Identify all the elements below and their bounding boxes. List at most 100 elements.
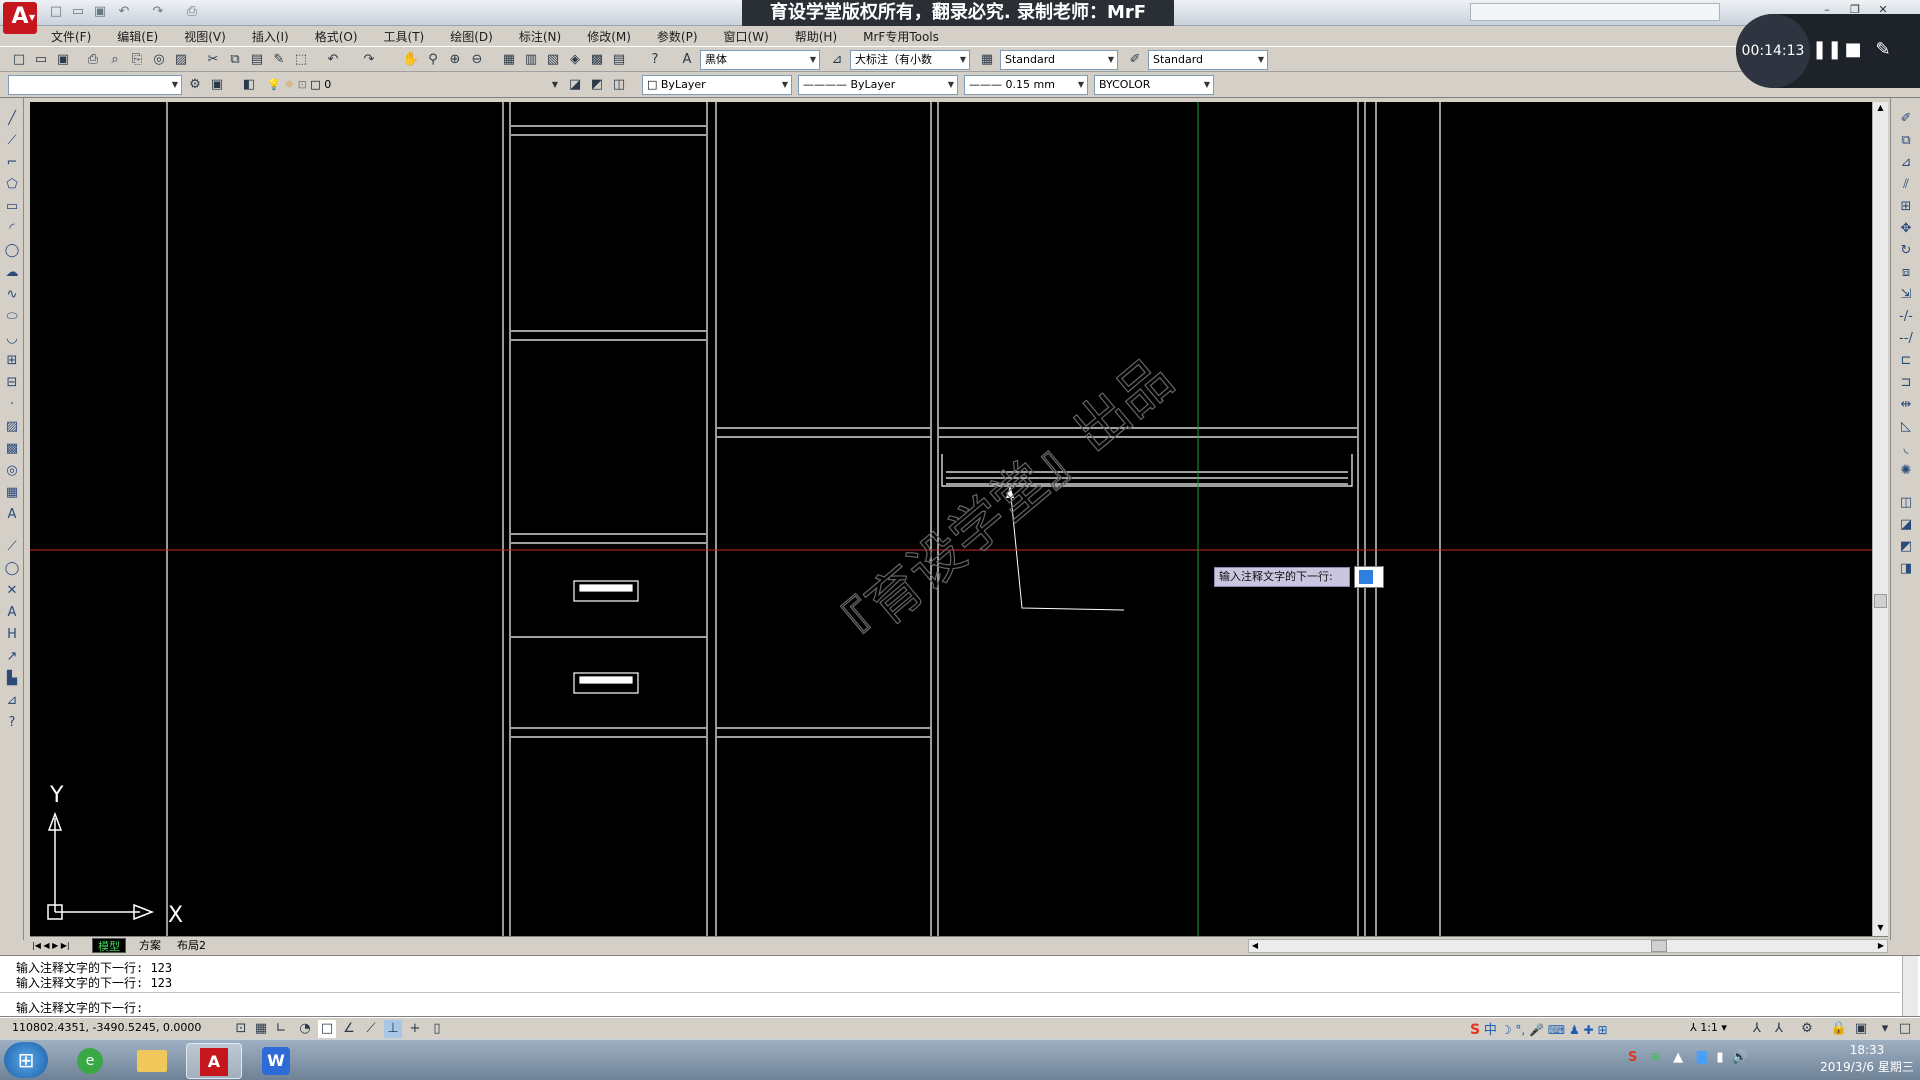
mirror-icon[interactable]: ⊿ (1897, 154, 1915, 172)
3d-dwf-icon[interactable]: ◎ (150, 51, 168, 69)
layer-combo[interactable]: 💡 ☼ ⊡ □ 0 ▼ (262, 75, 562, 95)
erase-icon[interactable]: ✐ (1897, 110, 1915, 128)
workspace-settings-icon[interactable]: ⚙ (186, 76, 204, 94)
application-menu-button[interactable]: A ▼ (3, 2, 37, 34)
save-toolbar-icon[interactable]: ▣ (54, 51, 72, 69)
hatch-icon[interactable]: ▨ (3, 418, 21, 436)
multileader-style-icon[interactable]: ✐ (1126, 51, 1144, 69)
publish-icon[interactable]: ⎘ (128, 51, 146, 69)
text-style-icon[interactable]: A (678, 51, 696, 69)
zoom-previous-icon[interactable]: ⊖ (468, 51, 486, 69)
tab-layout2[interactable]: 布局2 (172, 938, 211, 953)
zoom-window-icon[interactable]: ⊕ (446, 51, 464, 69)
pause-icon[interactable]: ❚❚ (1812, 38, 1842, 62)
command-scrollbar[interactable] (1902, 956, 1918, 1016)
markup-icon[interactable]: ▩ (588, 51, 606, 69)
auto-scale-icon[interactable]: ⅄ (1770, 1020, 1788, 1038)
print-preview-icon[interactable]: ⌕ (106, 51, 124, 69)
tool-palettes-icon[interactable]: ▧ (544, 51, 562, 69)
osnap-icon[interactable]: □ (318, 1020, 336, 1038)
revision-cloud-icon[interactable]: ☁ (3, 264, 21, 282)
grid-icon[interactable]: ▦ (252, 1020, 270, 1038)
menu-dimension[interactable]: 标注(N) (506, 28, 574, 45)
hardware-accel-icon[interactable]: ▣ (1852, 1020, 1870, 1038)
stretch-icon[interactable]: ⇲ (1897, 286, 1915, 304)
table-style-icon[interactable]: ▦ (978, 51, 996, 69)
3d-osnap-icon[interactable]: ∠ (340, 1020, 358, 1038)
ime-skin-icon[interactable]: ✚ (1584, 1023, 1594, 1037)
ellipse-arc-icon[interactable]: ◡ (3, 330, 21, 348)
color-combo[interactable]: □ ByLayer ▼ (642, 75, 792, 95)
move-icon[interactable]: ✥ (1897, 220, 1915, 238)
line-icon[interactable]: ╱ (3, 110, 21, 128)
make-current-layer-icon[interactable]: ◪ (566, 76, 584, 94)
save-icon[interactable]: ▣ (92, 4, 108, 20)
rectangle-icon[interactable]: ▭ (3, 198, 21, 216)
bring-above-icon[interactable]: ◩ (1897, 538, 1915, 556)
ime-keyboard-icon[interactable]: ⌨ (1548, 1023, 1565, 1037)
circle-icon[interactable]: ◯ (3, 242, 21, 260)
infer-constraints-icon[interactable]: ⊡ (232, 1020, 250, 1038)
arc-icon[interactable]: ◜ (3, 220, 21, 238)
etransmit-icon[interactable]: ▨ (172, 51, 190, 69)
plotstyle-combo[interactable]: BYCOLOR ▼ (1094, 75, 1214, 95)
new-file-icon[interactable]: □ (48, 4, 64, 20)
ime-moon-icon[interactable]: ☽ (1501, 1023, 1512, 1037)
fillet-icon[interactable]: ◟ (1897, 440, 1915, 458)
scroll-up-icon[interactable]: ▲ (1874, 102, 1887, 114)
make-block-icon[interactable]: ⊟ (3, 374, 21, 392)
scroll-down-icon[interactable]: ▼ (1874, 922, 1887, 934)
draw-order-front-icon[interactable]: ◫ (1897, 494, 1915, 512)
calculator-icon[interactable]: ▤ (610, 51, 628, 69)
sheet-set-icon[interactable]: ◈ (566, 51, 584, 69)
tab-fangan[interactable]: 方案 (134, 938, 166, 953)
ime-grid-icon[interactable]: ⊞ (1597, 1023, 1607, 1037)
plot-icon[interactable]: ⎙ (184, 4, 200, 20)
scroll-thumb[interactable] (1874, 594, 1887, 608)
array-icon[interactable]: ⊞ (1897, 198, 1915, 216)
tab-model[interactable]: 模型 (92, 938, 126, 953)
font-combo[interactable]: 黑体 ▼ (700, 50, 820, 70)
taskbar-clock[interactable]: 18:33 2019/3/6 星期三 (1820, 1042, 1914, 1078)
dyn-input-icon[interactable]: + (406, 1020, 424, 1038)
pen-icon[interactable]: ✎ (1872, 38, 1894, 62)
annotation-scale[interactable]: ⅄ 1:1 ▾ (1690, 1021, 1727, 1034)
paste-icon[interactable]: ▤ (248, 51, 266, 69)
menu-view[interactable]: 视图(V) (171, 28, 239, 45)
menu-mrf-tools[interactable]: MrF专用Tools (850, 28, 952, 45)
explode-icon[interactable]: ✺ (1897, 462, 1915, 480)
help-side-icon[interactable]: ? (3, 714, 21, 732)
linetype-combo[interactable]: ———— ByLayer ▼ (798, 75, 958, 95)
spline-icon[interactable]: ∿ (3, 286, 21, 304)
leader-icon[interactable]: ↗ (3, 648, 21, 666)
qnew-icon[interactable]: □ (10, 51, 28, 69)
open-file-icon[interactable]: ▭ (70, 4, 86, 20)
rotate-icon[interactable]: ↻ (1897, 242, 1915, 260)
extend-icon[interactable]: --/ (1897, 330, 1915, 348)
offset-icon[interactable]: ⫽ (1897, 176, 1915, 194)
draw-order-back-icon[interactable]: ◪ (1897, 516, 1915, 534)
drawing-canvas[interactable]: Y X 『育设学堂』出品 (30, 102, 1872, 936)
clean-screen-icon[interactable]: □ (1896, 1020, 1914, 1038)
design-center-icon[interactable]: ▥ (522, 51, 540, 69)
layer-isolate-icon[interactable]: ◫ (610, 76, 628, 94)
send-under-icon[interactable]: ◨ (1897, 560, 1915, 578)
start-button-icon[interactable]: ⊞ (4, 1042, 48, 1078)
toolbar-lock-icon[interactable]: 🔒 (1830, 1020, 1848, 1038)
pan-icon[interactable]: ✋ (402, 51, 420, 69)
menu-tools[interactable]: 工具(T) (371, 28, 438, 45)
table-style-combo[interactable]: Standard ▼ (1148, 50, 1268, 70)
dim-baseline-icon[interactable]: ▙ (3, 670, 21, 688)
ime-chinese-icon[interactable]: 中 (1484, 1023, 1497, 1038)
chamfer-icon[interactable]: ◺ (1897, 418, 1915, 436)
dim-edit-icon[interactable]: ⊿ (3, 692, 21, 710)
taskbar-browser[interactable]: e (62, 1043, 118, 1079)
annotation-visibility-icon[interactable]: ⅄ (1748, 1020, 1766, 1038)
menu-help[interactable]: 帮助(H) (782, 28, 850, 45)
lineweight-combo[interactable]: ——— 0.15 mm ▼ (964, 75, 1088, 95)
ducs-icon[interactable]: ⊥ (384, 1020, 402, 1038)
polygon-icon[interactable]: ⬠ (3, 176, 21, 194)
block-editor-icon[interactable]: ⬚ (292, 51, 310, 69)
workspace-combo[interactable]: ▼ (8, 75, 182, 95)
zoom-realtime-icon[interactable]: ⚲ (424, 51, 442, 69)
